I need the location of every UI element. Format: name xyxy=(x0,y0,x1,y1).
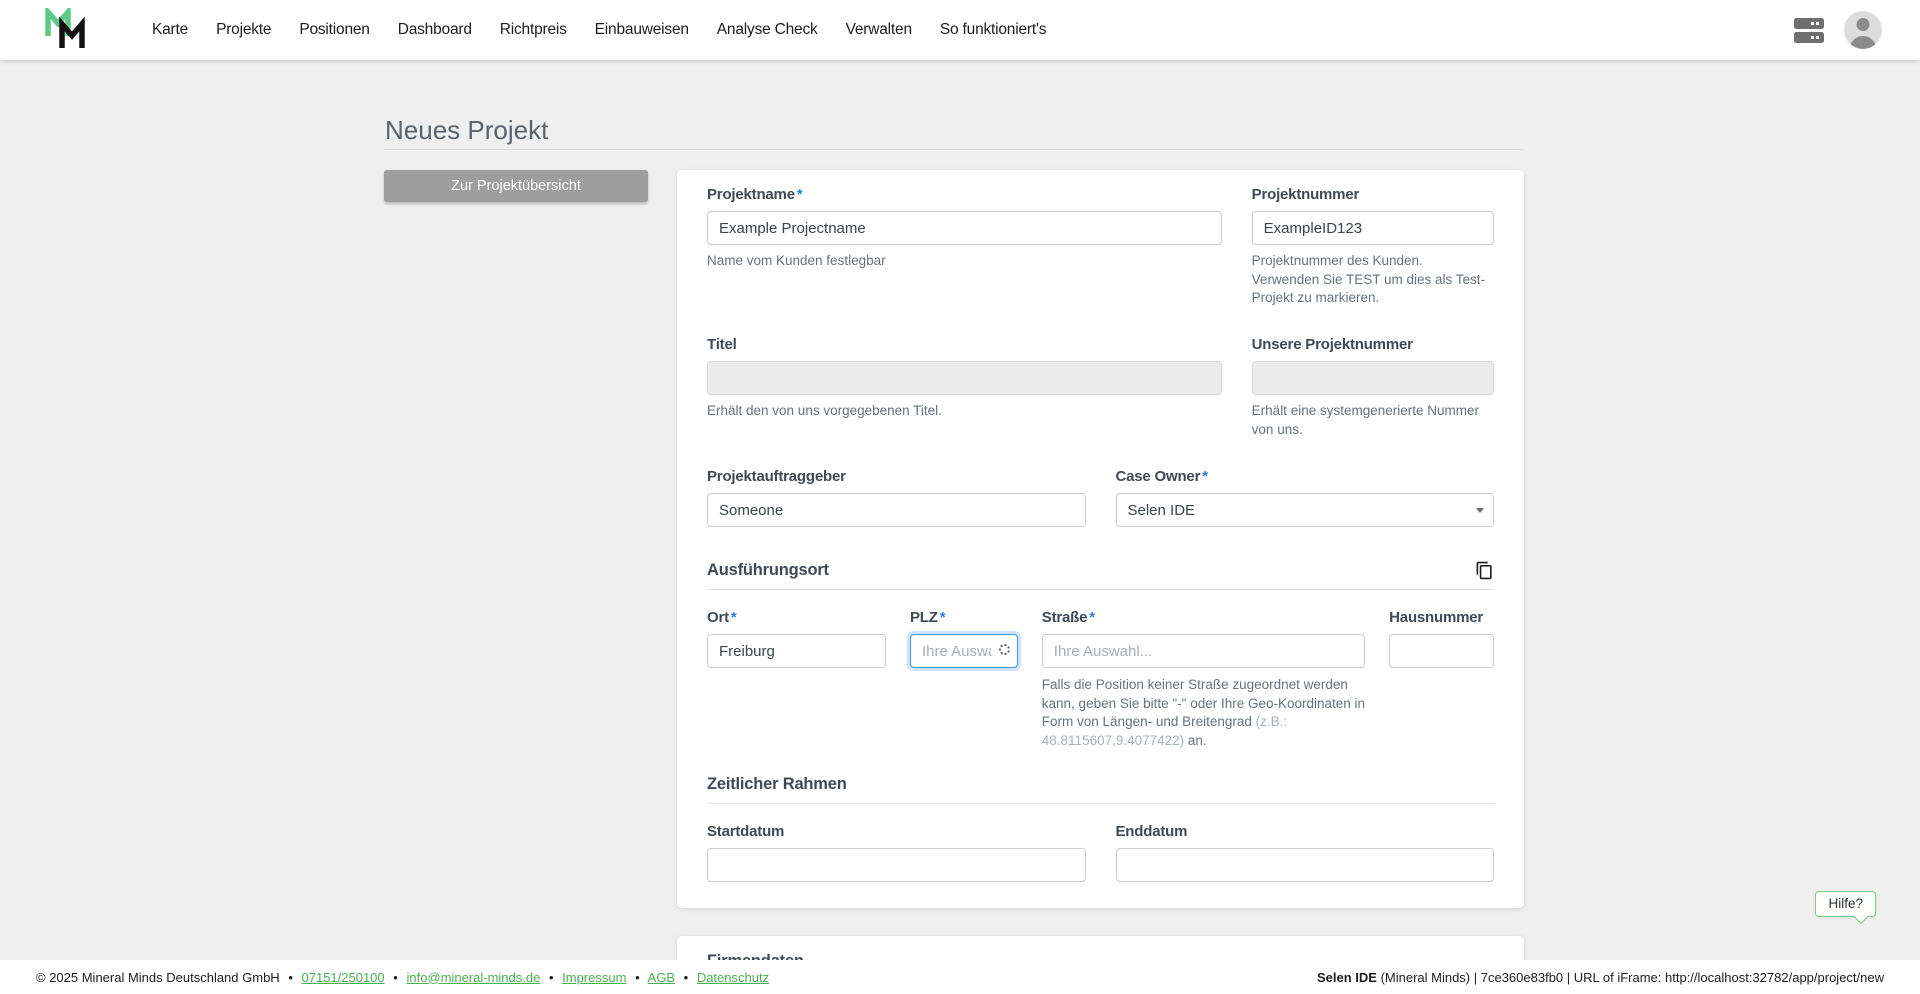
unsere-projektnummer-helper: Erhält eine systemgenerierte Nummer von … xyxy=(1251,402,1480,437)
enddatum-group: Enddatum xyxy=(1115,822,1494,882)
projektname-input[interactable] xyxy=(707,211,1222,245)
bullet-separator: • xyxy=(288,969,293,985)
copyright-text: © 2025 Mineral Minds Deutschland GmbH xyxy=(36,969,280,985)
session-details: (Mineral Minds) | 7ce360e83fb0 | URL of … xyxy=(1376,969,1884,985)
strasse-group: Straße * xyxy=(1041,609,1366,669)
required-asterisk: * xyxy=(1202,468,1208,486)
projektname-label: Projektname * xyxy=(707,186,803,203)
session-user: Selen IDE xyxy=(1316,969,1377,985)
required-asterisk: * xyxy=(1089,609,1095,627)
ort-input[interactable] xyxy=(707,634,886,669)
company-data-card: Firmendaten xyxy=(677,935,1524,960)
title-divider xyxy=(384,149,1523,150)
required-asterisk: * xyxy=(730,609,737,627)
back-to-project-overview-button[interactable]: Zur Projektübersicht xyxy=(384,170,648,202)
startdatum-group: Startdatum xyxy=(707,823,1086,882)
server-dns-icon[interactable] xyxy=(1794,16,1824,44)
projektnummer-helper: Projektnummer des Kunden. Verwenden Sie … xyxy=(1251,253,1486,306)
copy-icon xyxy=(1476,561,1492,580)
nav-item-analyse-check[interactable]: Analyse Check xyxy=(703,21,832,39)
nav-item-positionen[interactable]: Positionen xyxy=(285,21,383,39)
copy-location-button[interactable] xyxy=(1475,561,1494,580)
strasse-input[interactable] xyxy=(1041,634,1366,669)
hausnummer-label: Hausnummer xyxy=(1389,609,1484,627)
page-body: Neues Projekt Zur Projektübersicht Proje… xyxy=(0,60,1920,960)
logo-m-icon xyxy=(45,4,85,48)
case-owner-selected-value: Selen IDE xyxy=(1127,501,1196,519)
ausfuehrungsort-section-title: Ausführungsort xyxy=(707,561,829,580)
case-owner-label: Case Owner * xyxy=(1115,468,1209,486)
projektname-helper: Name vom Kunden festlegbar xyxy=(707,253,886,268)
hausnummer-input[interactable] xyxy=(1389,634,1494,669)
bullet-separator: • xyxy=(635,969,640,985)
bullet-separator: • xyxy=(393,969,398,985)
nav-item-dashboard[interactable]: Dashboard xyxy=(384,21,486,39)
zeitlicher-rahmen-section-title: Zeitlicher Rahmen xyxy=(707,774,847,793)
loading-spinner-icon xyxy=(998,644,1010,656)
case-owner-select[interactable]: Selen IDE xyxy=(1115,493,1494,528)
enddatum-label: Enddatum xyxy=(1115,822,1188,840)
bullet-separator: • xyxy=(548,969,554,985)
startdatum-label: Startdatum xyxy=(707,822,785,840)
hausnummer-group: Hausnummer xyxy=(1389,609,1494,669)
unsere-projektnummer-label: Unsere Projektnummer xyxy=(1251,335,1413,353)
nav-item-einbauweisen[interactable]: Einbauweisen xyxy=(581,21,703,39)
ort-label: Ort * xyxy=(707,609,737,627)
ausfuehrungsort-divider xyxy=(707,589,1494,591)
footer-phone-link[interactable]: 07151/250100 xyxy=(302,970,385,985)
top-navbar: Karte Projekte Positionen Dashboard Rich… xyxy=(0,0,1920,60)
nav-item-richtpreis[interactable]: Richtpreis xyxy=(486,21,581,39)
footer-email-link[interactable]: info@mineral-minds.de xyxy=(406,970,540,985)
page-footer: © 2025 Mineral Minds Deutschland GmbH • … xyxy=(0,960,1920,994)
projektauftraggeber-label: Projektauftraggeber xyxy=(707,468,846,486)
project-form-card: Projektname* Name vom Kunden festlegbar … xyxy=(677,170,1524,908)
titel-helper: Erhält den von uns vorgegebenen Titel. xyxy=(707,402,942,418)
nav-item-verwalten[interactable]: Verwalten xyxy=(832,21,926,39)
ort-group: Ort * xyxy=(707,609,886,669)
nav-item-karte[interactable]: Karte xyxy=(138,21,202,39)
footer-impressum-link[interactable]: Impressum xyxy=(562,970,626,985)
footer-datenschutz-link[interactable]: Datenschutz xyxy=(697,970,769,985)
titel-input xyxy=(707,360,1222,395)
chevron-down-icon xyxy=(1476,508,1484,514)
plz-group: PLZ * xyxy=(909,609,1018,669)
firmendaten-section-title: Firmendaten xyxy=(707,952,804,960)
dns-row-top xyxy=(1794,17,1824,29)
required-asterisk: * xyxy=(796,186,803,203)
projektnummer-label: Projektnummer xyxy=(1251,186,1360,203)
projektauftraggeber-input[interactable] xyxy=(707,493,1086,528)
session-status-text: Selen IDE (Mineral Minds) | 7ce360e83fb0… xyxy=(1317,970,1884,985)
user-avatar[interactable] xyxy=(1844,11,1882,49)
nav-item-so-funktionierts[interactable]: So funktioniert's xyxy=(926,21,1060,39)
dns-row-bottom xyxy=(1794,31,1824,43)
titel-label: Titel xyxy=(707,335,737,353)
help-button[interactable]: Hilfe? xyxy=(1815,891,1876,917)
enddatum-input[interactable] xyxy=(1115,847,1494,882)
plz-label: PLZ * xyxy=(909,609,946,627)
projektname-group: Projektname* Name vom Kunden festlegbar xyxy=(707,186,1222,308)
required-asterisk: * xyxy=(939,609,946,627)
footer-agb-link[interactable]: AGB xyxy=(648,970,675,985)
strasse-label: Straße * xyxy=(1041,609,1095,627)
unsere-projektnummer-group: Unsere Projektnummer Erhält eine systemg… xyxy=(1251,335,1494,439)
projektauftraggeber-group: Projektauftraggeber xyxy=(707,468,1086,528)
nav-menu: Karte Projekte Positionen Dashboard Rich… xyxy=(138,21,1060,39)
page-title: Neues Projekt xyxy=(385,115,549,145)
titel-group: Titel Erhält den von uns vorgegebenen Ti… xyxy=(707,336,1222,439)
unsere-projektnummer-input xyxy=(1251,360,1494,395)
zeitlicher-rahmen-divider xyxy=(707,802,1494,804)
strasse-helper: Falls die Position keiner Straße zugeord… xyxy=(1041,677,1366,748)
projektnummer-input[interactable] xyxy=(1251,211,1494,245)
nav-item-projekte[interactable]: Projekte xyxy=(202,21,285,39)
startdatum-input[interactable] xyxy=(707,847,1086,882)
case-owner-group: Case Owner * Selen IDE xyxy=(1115,468,1494,528)
projektnummer-group: Projektnummer Projektnummer des Kunden. … xyxy=(1251,186,1494,308)
bullet-separator: • xyxy=(683,969,689,985)
mineral-minds-logo[interactable] xyxy=(44,4,86,52)
footer-legal-links: © 2025 Mineral Minds Deutschland GmbH • … xyxy=(36,970,769,985)
